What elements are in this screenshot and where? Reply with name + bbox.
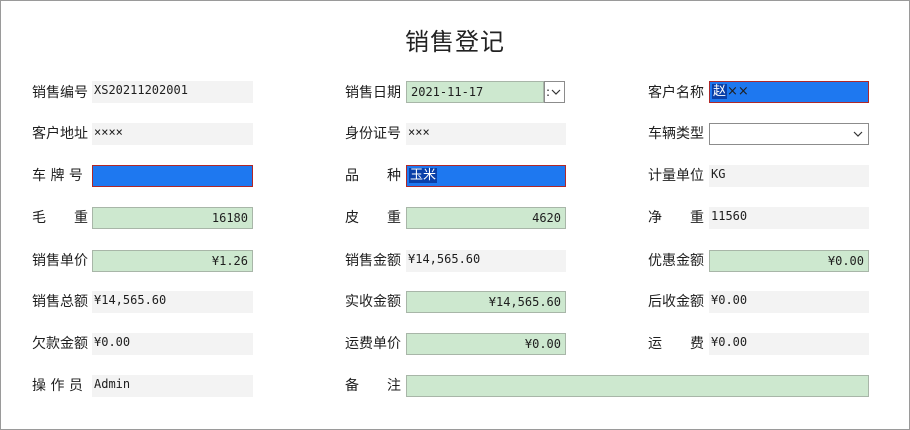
customer-name-rest: ×× bbox=[727, 84, 749, 99]
variety-label: 品 种 bbox=[345, 168, 401, 184]
sales-amount-label: 销售金额 bbox=[345, 253, 401, 269]
unit-value: KG bbox=[709, 165, 869, 187]
operator-value: Admin bbox=[92, 375, 253, 397]
customer-address-value: ×××× bbox=[92, 123, 253, 145]
freight-value: ¥0.00 bbox=[709, 333, 869, 355]
operator-label: 操 作 员 bbox=[32, 378, 83, 394]
customer-name-selection: 赵 bbox=[712, 84, 728, 99]
total-amount-label: 销售总额 bbox=[32, 294, 88, 310]
freight-price-label: 运费单价 bbox=[345, 336, 401, 352]
plate-no-label: 车 牌 号 bbox=[32, 168, 83, 184]
chevron-down-icon bbox=[853, 131, 863, 137]
page-title: 销售登记 bbox=[405, 28, 505, 56]
sales-date-label: 销售日期 bbox=[345, 85, 401, 101]
customer-address-label: 客户地址 bbox=[32, 126, 88, 142]
vehicle-type-select[interactable] bbox=[709, 123, 869, 145]
vehicle-type-label: 车辆类型 bbox=[648, 126, 704, 142]
net-weight-value: 11560 bbox=[709, 207, 869, 229]
total-amount-value: ¥14,565.60 bbox=[92, 291, 253, 313]
id-number-label: 身份证号 bbox=[345, 126, 401, 142]
customer-name-label: 客户名称 bbox=[648, 85, 704, 101]
freight-price-input[interactable]: ¥0.00 bbox=[406, 333, 566, 355]
post-received-value: ¥0.00 bbox=[709, 291, 869, 313]
received-input[interactable]: ¥14,565.60 bbox=[406, 291, 566, 313]
variety-input[interactable]: 玉米 bbox=[406, 165, 566, 187]
sales-no-value: XS20211202001 bbox=[92, 81, 253, 103]
remark-input[interactable] bbox=[406, 375, 869, 397]
discount-label: 优惠金额 bbox=[648, 253, 704, 269]
gross-weight-label: 毛 重 bbox=[32, 210, 88, 226]
variety-value: 玉米 bbox=[409, 168, 438, 183]
debt-label: 欠款金额 bbox=[32, 336, 88, 352]
chevron-down-icon bbox=[551, 89, 561, 95]
plate-no-input[interactable] bbox=[92, 165, 253, 187]
gross-weight-input[interactable]: 16180 bbox=[92, 207, 253, 229]
date-picker-button[interactable]: : bbox=[544, 81, 565, 103]
freight-label: 运 费 bbox=[648, 336, 704, 352]
unit-price-label: 销售单价 bbox=[32, 253, 88, 269]
tare-weight-input[interactable]: 4620 bbox=[406, 207, 566, 229]
sales-date-input[interactable]: 2021-11-17 bbox=[406, 81, 544, 103]
discount-input[interactable]: ¥0.00 bbox=[709, 250, 869, 272]
tare-weight-label: 皮 重 bbox=[345, 210, 401, 226]
remark-label: 备 注 bbox=[345, 378, 401, 394]
post-received-label: 后收金额 bbox=[648, 294, 704, 310]
unit-label: 计量单位 bbox=[648, 168, 704, 184]
debt-value: ¥0.00 bbox=[92, 333, 253, 355]
customer-name-input[interactable]: 赵×× bbox=[709, 81, 869, 103]
received-label: 实收金额 bbox=[345, 294, 401, 310]
id-number-value: ××× bbox=[406, 123, 566, 145]
sales-amount-value: ¥14,565.60 bbox=[406, 250, 566, 272]
sales-no-label: 销售编号 bbox=[32, 85, 88, 101]
net-weight-label: 净 重 bbox=[648, 210, 704, 226]
unit-price-input[interactable]: ¥1.26 bbox=[92, 250, 253, 272]
